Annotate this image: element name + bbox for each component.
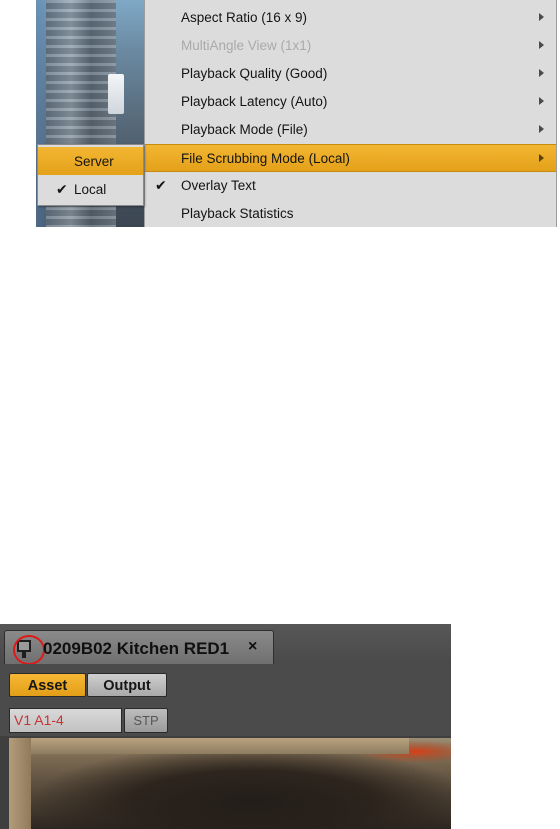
checkmark-icon: ✔ [155, 177, 167, 193]
menu-item-label: File Scrubbing Mode (Local) [181, 151, 350, 166]
submenu-item-label: Server [74, 154, 114, 169]
menu-item-playback-latency[interactable]: Playback Latency (Auto) [145, 88, 556, 116]
menu-item-file-scrubbing-mode[interactable]: File Scrubbing Mode (Local) [145, 144, 556, 172]
menu-item-aspect-ratio[interactable]: Aspect Ratio (16 x 9) [145, 4, 556, 32]
menu-item-playback-quality[interactable]: Playback Quality (Good) [145, 60, 556, 88]
menu-item-label: Overlay Text [181, 178, 256, 193]
menu-item-label: Playback Mode (File) [181, 122, 308, 137]
media-panel-screenshot: 0209B02 Kitchen RED1 × Asset Output V1 A… [0, 624, 451, 829]
menu-item-label: Aspect Ratio (16 x 9) [181, 10, 308, 25]
submenu-arrow-icon [539, 13, 544, 21]
context-menu-screenshot: Aspect Ratio (16 x 9) MultiAngle View (1… [36, 0, 557, 227]
menu-item-label: MultiAngle View (1x1) [181, 38, 312, 53]
highlight-circle [13, 635, 45, 665]
close-icon[interactable]: × [248, 638, 257, 656]
menu-item-multiangle-view: MultiAngle View (1x1) [145, 32, 556, 60]
submenu-arrow-icon [539, 125, 544, 133]
tab-bar: 0209B02 Kitchen RED1 × [0, 624, 451, 665]
tab-media-viewer[interactable]: 0209B02 Kitchen RED1 × [4, 630, 274, 665]
submenu-arrow-icon [539, 97, 544, 105]
menu-item-label: Playback Latency (Auto) [181, 94, 328, 109]
options-menu: Aspect Ratio (16 x 9) MultiAngle View (1… [144, 0, 557, 227]
file-scrubbing-submenu: Server ✔ Local [37, 144, 144, 206]
checkmark-icon: ✔ [56, 181, 68, 197]
menu-item-playback-mode[interactable]: Playback Mode (File) [145, 116, 556, 144]
tab-title: 0209B02 Kitchen RED1 [43, 639, 230, 658]
video-preview-top-edge [9, 738, 409, 754]
submenu-item-label: Local [74, 182, 107, 197]
video-preview-left-edge [9, 738, 31, 829]
asset-button[interactable]: Asset [9, 673, 86, 697]
submenu-arrow-icon [539, 154, 544, 162]
track-selector-field[interactable]: V1 A1-4 [9, 708, 122, 733]
stp-button[interactable]: STP [124, 708, 168, 733]
submenu-item-local[interactable]: ✔ Local [38, 175, 143, 203]
background-light-image [108, 74, 124, 114]
submenu-item-server[interactable]: Server [38, 147, 143, 175]
output-button[interactable]: Output [87, 673, 167, 697]
menu-item-overlay-text[interactable]: ✔ Overlay Text [145, 172, 556, 200]
menu-item-label: Playback Statistics [181, 206, 294, 221]
submenu-arrow-icon [539, 41, 544, 49]
menu-item-playback-statistics[interactable]: Playback Statistics [145, 200, 556, 227]
menu-item-label: Playback Quality (Good) [181, 66, 328, 81]
submenu-arrow-icon [539, 69, 544, 77]
panel-toolbar: Asset Output V1 A1-4 STP [0, 664, 451, 736]
